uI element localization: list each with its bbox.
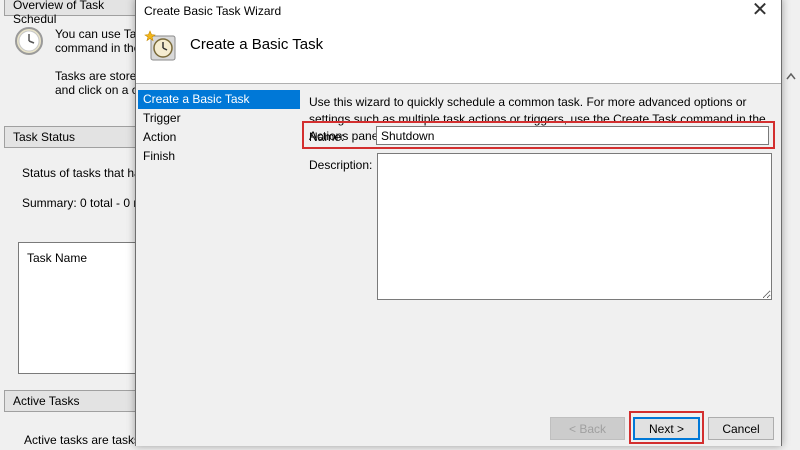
next-button[interactable]: Next > bbox=[633, 417, 700, 440]
create-basic-task-wizard-dialog: Create Basic Task Wizard ✕ Create a Basi… bbox=[135, 0, 782, 446]
wizard-body: Create a Basic Task Trigger Action Finis… bbox=[136, 84, 781, 406]
description-label: Description: bbox=[309, 158, 373, 172]
wizard-steps-nav: Create a Basic Task Trigger Action Finis… bbox=[138, 90, 300, 166]
cancel-button[interactable]: Cancel bbox=[708, 417, 774, 440]
dialog-title: Create Basic Task Wizard bbox=[144, 4, 282, 18]
name-label: Name: bbox=[309, 130, 345, 144]
wizard-header-title: Create a Basic Task bbox=[190, 36, 324, 53]
wizard-step-finish[interactable]: Finish bbox=[138, 147, 300, 166]
wizard-header: Create a Basic Task bbox=[136, 25, 781, 81]
scroll-up-arrow-icon[interactable] bbox=[786, 72, 796, 80]
status-text: Status of tasks that have bbox=[22, 166, 154, 180]
overview-header[interactable]: Overview of Task Schedul bbox=[4, 0, 136, 26]
active-tasks-header[interactable]: Active Tasks bbox=[4, 390, 136, 412]
background-scrollbar[interactable] bbox=[782, 0, 800, 450]
task-name-input[interactable] bbox=[376, 126, 769, 145]
overview-text-4: and click on a co bbox=[55, 83, 145, 97]
task-status-header[interactable]: Task Status bbox=[4, 126, 136, 148]
back-button[interactable]: < Back bbox=[550, 417, 625, 440]
wizard-step-trigger[interactable]: Trigger bbox=[138, 109, 300, 128]
close-button[interactable]: ✕ bbox=[745, 0, 775, 23]
task-description-input[interactable] bbox=[377, 153, 772, 300]
task-list[interactable]: Task Name bbox=[18, 242, 138, 374]
dialog-titlebar[interactable]: Create Basic Task Wizard ✕ bbox=[136, 0, 781, 25]
wizard-step-action[interactable]: Action bbox=[138, 128, 300, 147]
clock-icon bbox=[15, 27, 43, 55]
task-name-column-header[interactable]: Task Name bbox=[27, 251, 87, 265]
wizard-step-create-basic-task[interactable]: Create a Basic Task bbox=[138, 90, 300, 109]
clock-wizard-icon bbox=[144, 30, 176, 61]
overview-text-2: command in the bbox=[55, 41, 141, 55]
active-tasks-text: Active tasks are tasks th bbox=[24, 433, 154, 447]
summary-text: Summary: 0 total - 0 run bbox=[22, 196, 151, 210]
